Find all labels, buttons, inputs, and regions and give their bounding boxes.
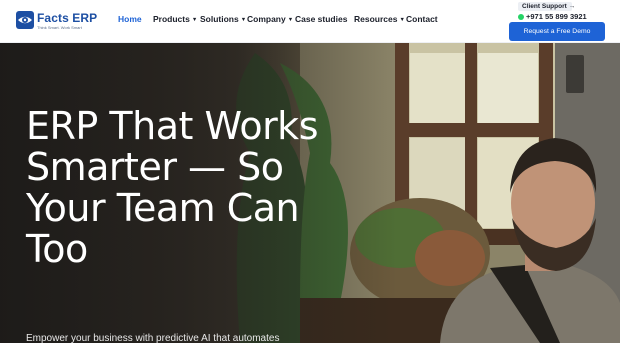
chevron-down-icon: ▼ (191, 17, 198, 23)
brand-name: Facts ERP (37, 11, 98, 25)
hero-subtitle: Empower your business with predictive AI… (26, 333, 280, 343)
nav-item-resources[interactable]: Resources ▼ (354, 14, 405, 24)
nav-item-contact[interactable]: Contact (406, 14, 438, 24)
nav-item-label: Home (118, 14, 142, 24)
whatsapp-icon (518, 13, 524, 20)
nav-item-company[interactable]: Company ▼ (247, 14, 293, 24)
chevron-down-icon: ▼ (399, 17, 405, 23)
hero-title: ERP That Works Smarter — So Your Team Ca… (26, 104, 319, 271)
nav-item-case-studies[interactable]: Case studies (295, 14, 347, 24)
client-support-label: Client Support (522, 3, 567, 10)
nav-item-label: Solutions (200, 14, 239, 24)
phone-number-link[interactable]: +971 55 899 3921 (518, 12, 587, 21)
client-support-link[interactable]: Client Support → (518, 2, 575, 11)
arrow-right-icon: → (568, 3, 576, 10)
brand-tagline: Think Smart. Work Smart (37, 25, 82, 30)
nav-item-label: Case studies (295, 14, 348, 24)
hero-section: ERP That Works Smarter — So Your Team Ca… (0, 43, 620, 343)
nav-item-label: Products (153, 14, 190, 24)
chevron-down-icon: ▼ (287, 17, 294, 23)
nav-item-label: Resources (354, 14, 398, 24)
nav-item-solutions[interactable]: Solutions ▼ (200, 14, 246, 24)
nav-item-products[interactable]: Products ▼ (153, 14, 197, 24)
nav-item-label: Company (247, 14, 286, 24)
brand-logo[interactable]: Facts ERP Think Smart. Work Smart (15, 9, 97, 35)
nav-item-label: Contact (406, 14, 438, 24)
eye-logo-icon (16, 11, 34, 29)
site-header: Facts ERP Think Smart. Work Smart Home P… (0, 0, 620, 43)
request-demo-button[interactable]: Request a Free Demo (509, 22, 605, 41)
phone-number: +971 55 899 3921 (526, 12, 587, 21)
nav-item-home[interactable]: Home (118, 14, 142, 24)
chevron-down-icon: ▼ (240, 17, 247, 23)
